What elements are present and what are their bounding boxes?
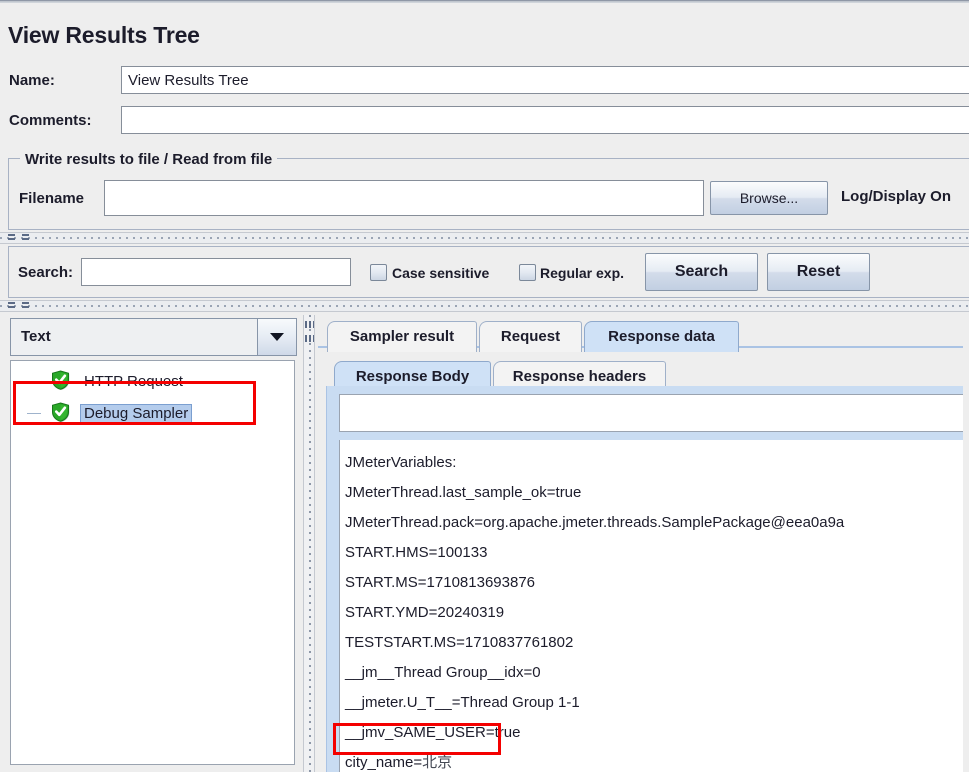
sample-result-tree[interactable]: HTTP Request Debug Sampler	[10, 360, 295, 765]
green-shield-check-icon	[51, 401, 70, 425]
log-display-label: Log/Display On	[841, 188, 952, 205]
tree-elbow-line	[27, 380, 41, 382]
regular-exp-label: Regular exp.	[540, 265, 625, 281]
response-body-line: START.HMS=100133	[345, 544, 488, 561]
splitter-dots	[0, 237, 969, 239]
tab-sampler-result[interactable]: Sampler result	[327, 321, 477, 352]
tab-response-data[interactable]: Response data	[584, 321, 739, 352]
vertical-splitter[interactable]	[303, 315, 315, 772]
response-body-line: __jm__Thread Group__idx=0	[345, 664, 541, 681]
response-body-line: START.MS=1710813693876	[345, 574, 535, 591]
case-sensitive-label: Case sensitive	[392, 265, 490, 281]
response-body-line: city_name=北京	[345, 754, 453, 771]
horizontal-splitter-bottom[interactable]	[0, 300, 969, 312]
response-body-line: JMeterVariables:	[345, 454, 457, 471]
chevron-down-icon[interactable]	[258, 319, 296, 355]
response-body-text[interactable]: JMeterVariables: JMeterThread.last_sample…	[339, 440, 969, 772]
reset-button[interactable]: Reset	[767, 253, 870, 291]
case-sensitive-checkbox[interactable]	[370, 264, 387, 281]
panel-right-edge	[963, 315, 969, 772]
green-shield-check-icon	[51, 369, 70, 393]
tree-node-http-request[interactable]: HTTP Request	[11, 367, 294, 395]
filename-input[interactable]	[104, 180, 704, 216]
tree-node-debug-sampler[interactable]: Debug Sampler	[11, 399, 294, 427]
search-button[interactable]: Search	[645, 253, 758, 291]
splitter-grip-icon[interactable]	[8, 302, 15, 310]
page-title: View Results Tree	[8, 22, 200, 48]
response-body-line: START.YMD=20240319	[345, 604, 505, 621]
tab-request[interactable]: Request	[479, 321, 582, 352]
write-results-group-title: Write results to file / Read from file	[20, 151, 278, 168]
splitter-grip-icon[interactable]	[305, 335, 314, 342]
response-filter-input[interactable]	[339, 394, 969, 432]
tree-node-label: HTTP Request	[84, 372, 183, 390]
regular-exp-checkbox[interactable]	[519, 264, 536, 281]
response-body-area: JMeterVariables: JMeterThread.last_sample…	[326, 386, 969, 772]
window-top-border	[0, 0, 969, 3]
filename-label: Filename	[19, 190, 85, 207]
name-input[interactable]	[121, 66, 969, 94]
horizontal-splitter-top[interactable]	[0, 232, 969, 244]
splitter-dots	[309, 315, 311, 772]
comments-input[interactable]	[121, 106, 969, 134]
tree-elbow-line	[27, 412, 41, 414]
name-label: Name:	[9, 72, 55, 89]
splitter-grip-icon[interactable]	[305, 321, 314, 328]
result-tabs: Sampler result Request Response data	[318, 315, 969, 352]
search-label: Search:	[18, 264, 74, 281]
response-body-line: __jmeter.U_T__=Thread Group 1-1	[345, 694, 580, 711]
search-input[interactable]	[81, 258, 351, 286]
result-detail-panel: Sampler result Request Response data Res…	[318, 315, 969, 772]
response-body-line: JMeterThread.last_sample_ok=true	[345, 484, 582, 501]
splitter-grip-icon[interactable]	[22, 234, 29, 242]
response-body-line: __jmv_SAME_USER=true	[345, 724, 521, 741]
response-body-line: JMeterThread.pack=org.apache.jmeter.thre…	[345, 514, 845, 531]
response-body-line: TESTSTART.MS=1710837761802	[345, 634, 574, 651]
browse-button[interactable]: Browse...	[710, 181, 828, 215]
comments-label: Comments:	[9, 112, 92, 129]
renderer-select[interactable]: Text	[10, 318, 297, 356]
renderer-select-value: Text	[11, 319, 258, 355]
response-subtabs: Response Body Response headers	[326, 354, 969, 393]
splitter-grip-icon[interactable]	[22, 302, 29, 310]
splitter-grip-icon[interactable]	[8, 234, 15, 242]
splitter-dots	[0, 305, 969, 307]
tree-node-label-selected: Debug Sampler	[80, 403, 193, 423]
